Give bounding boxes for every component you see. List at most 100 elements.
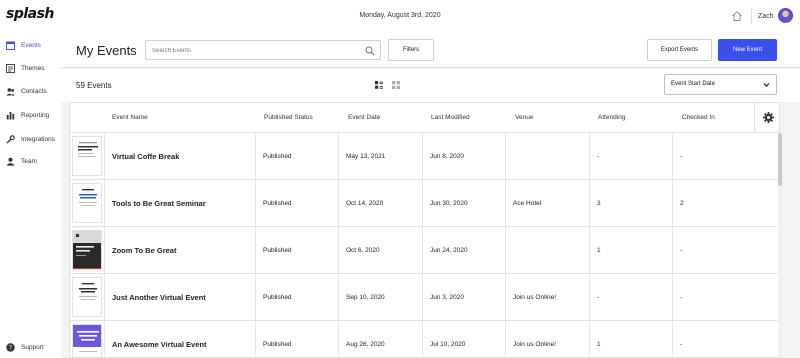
contacts-icon	[6, 87, 15, 95]
status-cell: Published	[256, 227, 339, 273]
event-name[interactable]: Just Another Virtual Event	[112, 293, 206, 302]
search-icon[interactable]	[365, 46, 375, 56]
chevron-down-icon	[763, 83, 770, 88]
event-thumbnail[interactable]	[72, 277, 102, 317]
column-settings-cell	[754, 103, 779, 133]
sidebar-item-label: Integrations	[21, 135, 55, 143]
grid-view-icon[interactable]	[392, 81, 400, 89]
sort-value: Event Start Date	[671, 81, 716, 87]
main-content: My Events Filters Export Events New Even…	[61, 33, 800, 358]
sidebar-item-reporting[interactable]: Reporting	[0, 106, 61, 124]
column-header-event-name[interactable]: Event Name	[112, 114, 148, 121]
venue-cell: Join us Online!	[506, 274, 590, 320]
sidebar-item-themes[interactable]: Themes	[0, 59, 61, 77]
page-header: My Events Filters Export Events New Even…	[61, 33, 800, 68]
last-modified-cell: Jun 24, 2020	[423, 227, 506, 273]
table-row[interactable]: Zoom To Be Great Published Oct 6, 2020 J…	[70, 227, 779, 274]
column-header-event-date[interactable]: Event Date	[348, 114, 380, 121]
event-name[interactable]: Zoom To Be Great	[112, 246, 176, 255]
support-label: Support	[21, 343, 44, 351]
page-title: My Events	[76, 43, 137, 58]
checked-in-count: -	[680, 294, 683, 301]
avatar[interactable]	[778, 8, 793, 23]
user-name[interactable]: Zach	[758, 13, 774, 20]
event-thumbnail[interactable]	[72, 136, 102, 176]
home-icon[interactable]	[731, 10, 743, 22]
published-status: Published	[263, 200, 292, 207]
new-event-button[interactable]: New Event	[718, 39, 777, 61]
export-events-button[interactable]: Export Events	[647, 39, 712, 61]
column-header-checked-in[interactable]: Checked In	[682, 114, 715, 121]
calendar-icon	[6, 41, 15, 50]
sidebar-item-label: Themes	[21, 64, 45, 72]
event-name-cell: Just Another Virtual Event	[105, 274, 256, 320]
venue-cell: Join us Online!	[506, 321, 590, 357]
event-thumbnail[interactable]	[72, 183, 102, 223]
table-row[interactable]: An Awesome Virtual Event Published Aug 2…	[70, 321, 779, 357]
sidebar-item-integrations[interactable]: Integrations	[0, 130, 61, 148]
table-scrollbar[interactable]	[778, 133, 782, 358]
column-header-published-status[interactable]: Published Status	[264, 114, 313, 121]
event-date: Oct 14, 2020	[346, 200, 384, 207]
support-link[interactable]: ? Support	[0, 339, 61, 355]
last-modified-cell: Jun 3, 2020	[423, 274, 506, 320]
event-date-cell: Oct 14, 2020	[339, 180, 423, 226]
event-name[interactable]: Tools to Be Great Seminar	[112, 199, 206, 208]
published-status: Published	[263, 341, 292, 348]
table-row[interactable]: Tools to Be Great Seminar Published Oct …	[70, 180, 779, 227]
search-box[interactable]	[145, 40, 381, 60]
sidebar-item-label: Team	[21, 157, 37, 165]
table-row[interactable]: Virtual Coffe Break Published May 13, 20…	[70, 133, 779, 180]
attending-count: 3	[597, 200, 601, 207]
checked-in-cell: 2	[673, 180, 754, 226]
attending-count: -	[597, 294, 600, 301]
events-table: Event Name Published Status Event Date L…	[69, 102, 780, 358]
attending-count: 1	[597, 341, 601, 348]
scrollbar-thumb[interactable]	[778, 133, 782, 186]
event-thumbnail[interactable]	[72, 230, 102, 270]
venue: Join us Online!	[513, 294, 556, 301]
column-header-attending[interactable]: Attending	[598, 114, 625, 121]
gear-icon[interactable]	[763, 112, 774, 123]
checked-in-count: -	[680, 341, 683, 348]
published-status: Published	[263, 294, 292, 301]
event-date-cell: May 13, 2021	[339, 133, 423, 179]
column-header-venue[interactable]: Venue	[515, 114, 533, 121]
thumbnail-cell	[70, 321, 105, 357]
svg-text:?: ?	[9, 344, 12, 351]
column-header-last-modified[interactable]: Last Modified	[431, 114, 470, 121]
event-name-cell: Tools to Be Great Seminar	[105, 180, 256, 226]
event-date-cell: Oct 6, 2020	[339, 227, 423, 273]
attending-count: 1	[597, 247, 601, 254]
event-name[interactable]: Virtual Coffe Break	[112, 152, 179, 161]
team-icon	[6, 157, 15, 166]
venue-cell	[506, 133, 590, 179]
checked-in-count: -	[680, 153, 683, 160]
last-modified: Jul 10, 2020	[430, 341, 466, 348]
top-bar: splash Monday, August 3rd, 2020 Zach	[0, 0, 800, 33]
event-date-cell: Sep 10, 2020	[339, 274, 423, 320]
attending-count: -	[597, 153, 600, 160]
search-input[interactable]	[152, 45, 362, 56]
checked-in-cell: -	[673, 274, 754, 320]
event-date: Aug 26, 2020	[346, 341, 385, 348]
sort-dropdown[interactable]: Event Start Date	[664, 74, 777, 95]
event-date: Oct 6, 2020	[346, 247, 380, 254]
question-icon: ?	[6, 342, 15, 352]
sidebar-item-events[interactable]: Events	[0, 36, 61, 54]
filters-button[interactable]: Filters	[388, 39, 434, 61]
event-name[interactable]: An Awesome Virtual Event	[112, 340, 206, 349]
sidebar-item-label: Reporting	[21, 111, 50, 119]
wrench-icon	[6, 134, 15, 143]
event-count: 59 Events	[76, 81, 112, 90]
event-thumbnail[interactable]	[72, 324, 102, 357]
venue-cell: Ace Hotel	[506, 180, 590, 226]
thumbnail-cell	[70, 133, 105, 179]
sidebar-item-label: Events	[21, 41, 41, 49]
venue: Ace Hotel	[513, 200, 542, 207]
sidebar-item-team[interactable]: Team	[0, 152, 61, 170]
list-view-icon[interactable]	[375, 81, 383, 89]
table-row[interactable]: Just Another Virtual Event Published Sep…	[70, 274, 779, 321]
sidebar-item-contacts[interactable]: Contacts	[0, 82, 61, 100]
checked-in-count: 2	[680, 200, 684, 207]
